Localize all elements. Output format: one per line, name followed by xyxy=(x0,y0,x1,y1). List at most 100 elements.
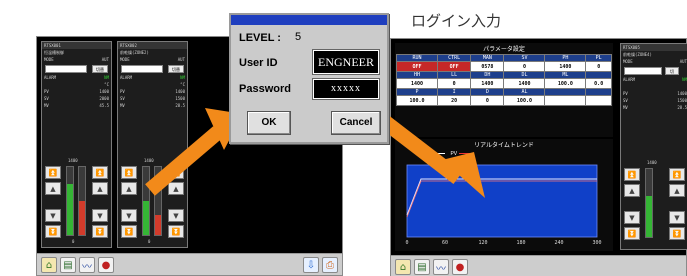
setpoint-value: 1400 xyxy=(647,160,657,165)
right-hmi-screen: パラメータ設定 RUN CTRL MAN SV PH PL OFF OFF 0578 0 1400 0… xyxy=(390,38,687,276)
param-value-cell[interactable]: 100.0 xyxy=(544,78,587,89)
mv-value: 45.5 xyxy=(99,103,109,108)
trend-chart: 0 60 120 180 240 300 xyxy=(405,164,602,246)
param-value-row: 1400 0 1400 1400 100.0 0.0 xyxy=(396,78,612,89)
right-down-button[interactable]: ▼ xyxy=(168,209,184,222)
panel-icon[interactable]: ▤ xyxy=(60,257,76,273)
right-up-button-2[interactable]: ▲ xyxy=(669,184,685,197)
login-dialog: LEVEL : 5 User ID ENGNEER Password xxxxx… xyxy=(229,13,389,144)
param-value-cell[interactable]: 0578 xyxy=(470,61,505,72)
panel-icon[interactable]: ▤ xyxy=(414,259,430,275)
mode-set-button[interactable]: 切替 xyxy=(168,65,184,73)
param-value-cell[interactable]: 20 xyxy=(436,95,472,106)
mode-set-button[interactable]: 切替 xyxy=(92,65,108,73)
trend-icon[interactable]: 〰 xyxy=(79,257,95,273)
alarm-icon[interactable]: ● xyxy=(452,259,468,275)
up-button[interactable]: ▲ xyxy=(624,184,640,197)
right-down-button-2[interactable]: ⏬ xyxy=(168,225,184,238)
down-button[interactable]: ▼ xyxy=(45,209,61,222)
param-value-cell[interactable]: 0 xyxy=(436,78,472,89)
right-up-button-2[interactable]: ▲ xyxy=(168,182,184,195)
param-header-row: HH LL DH DL ML xyxy=(396,71,612,79)
down-button[interactable]: ▼ xyxy=(624,211,640,224)
param-value-cell[interactable]: OFF xyxy=(396,61,438,72)
param-header-cell xyxy=(585,71,612,79)
down-double-button[interactable]: ⏬ xyxy=(121,225,137,238)
pv-value: 1400 xyxy=(99,89,109,94)
down-double-button[interactable]: ⏬ xyxy=(45,225,61,238)
alarm-icon[interactable]: ● xyxy=(98,257,114,273)
setpoint-value: 1400 xyxy=(68,158,78,163)
up-double-button[interactable]: ⏫ xyxy=(121,166,137,179)
trend-x-tick-label: 240 xyxy=(554,240,563,246)
param-value-cell[interactable] xyxy=(544,95,587,106)
param-value-cell[interactable]: 1400 xyxy=(396,78,438,89)
param-value-cell[interactable]: 0.0 xyxy=(585,78,612,89)
up-double-button[interactable]: ⏫ xyxy=(624,168,640,181)
param-value-cell[interactable]: 100.0 xyxy=(396,95,438,106)
mode-select[interactable] xyxy=(121,65,163,73)
print-icon[interactable]: ⎙ xyxy=(322,257,338,273)
mv-value: 28.5 xyxy=(677,105,687,110)
cancel-button[interactable]: Cancel xyxy=(331,111,381,135)
password-field[interactable]: xxxxx xyxy=(312,78,380,100)
loop-panel-2[interactable]: RTSX002 前乾燥(ZONE2) MODE AUT 切替 ALARM NM °C… xyxy=(117,41,188,248)
mode-value: AUT xyxy=(679,59,687,64)
param-header-cell: P xyxy=(396,88,438,96)
right-down-button-2[interactable]: ⏬ xyxy=(92,225,108,238)
param-header-cell: ML xyxy=(544,71,587,79)
mode-set-button[interactable]: 切 xyxy=(665,67,679,75)
home-icon[interactable]: ⌂ xyxy=(41,257,57,273)
loop-panel-1[interactable]: RTSX001 恒温槽制御 MODE AUT 切替 ALARM NM °C PV 14… xyxy=(41,41,112,248)
mode-select[interactable] xyxy=(45,65,87,73)
param-value-cell[interactable]: 1400 xyxy=(470,78,505,89)
home-icon[interactable]: ⌂ xyxy=(395,259,411,275)
caption-text: ログイン入力 xyxy=(411,13,502,30)
param-value-cell[interactable]: 0 xyxy=(503,61,546,72)
param-header-cell: DH xyxy=(470,71,505,79)
right-down-button[interactable]: ▼ xyxy=(92,209,108,222)
down-double-button[interactable]: ⏬ xyxy=(624,227,640,240)
param-value-cell[interactable] xyxy=(585,95,612,106)
right-up-button[interactable]: ⏫ xyxy=(669,168,685,181)
pv-bar xyxy=(66,166,74,236)
right-up-button[interactable]: ⏫ xyxy=(168,166,184,179)
alarm-label: ALARM xyxy=(623,77,636,82)
loop-panel-5[interactable]: RTSX005 前乾燥(ZONE4) MODE AUT 切 ALARM NM PV 1… xyxy=(620,43,687,250)
param-header-cell: SV xyxy=(503,54,546,62)
trend-area: リアルタイムトレンド SV PV 0 60 120 180 240 300 xyxy=(395,139,613,251)
right-down-button-2[interactable]: ⏬ xyxy=(669,227,685,240)
right-up-button[interactable]: ⏫ xyxy=(92,166,108,179)
right-down-button[interactable]: ▼ xyxy=(669,211,685,224)
param-value-cell[interactable]: 1400 xyxy=(503,78,546,89)
user-id-field[interactable]: ENGNEER xyxy=(312,49,380,75)
up-double-button[interactable]: ⏫ xyxy=(45,166,61,179)
param-header-cell: MAN xyxy=(470,54,505,62)
trend-title: リアルタイムトレンド xyxy=(474,143,534,149)
param-header-cell: RUN xyxy=(396,54,438,62)
trend-x-ticks: 0 60 120 180 240 300 xyxy=(405,240,601,246)
mode-select[interactable] xyxy=(624,67,662,75)
mv-label: MV xyxy=(120,103,125,108)
right-up-button-2[interactable]: ▲ xyxy=(92,182,108,195)
param-value-cell[interactable]: OFF xyxy=(436,61,472,72)
pv-bar xyxy=(142,166,150,236)
up-button[interactable]: ▲ xyxy=(121,182,137,195)
param-value-cell[interactable]: 0 xyxy=(470,95,505,106)
sv-value: 1500 xyxy=(175,96,185,101)
trend-icon[interactable]: 〰 xyxy=(433,259,449,275)
param-value-row: OFF OFF 0578 0 1400 0 xyxy=(396,61,612,72)
param-value-cell[interactable]: 1400 xyxy=(544,61,587,72)
param-value-cell[interactable]: 100.0 xyxy=(503,95,546,106)
param-value-cell[interactable]: 0 xyxy=(585,61,612,72)
parameter-table[interactable]: RUN CTRL MAN SV PH PL OFF OFF 0578 0 1400 0 HH LL DH DL… xyxy=(396,54,612,106)
sv-value: 2000 xyxy=(99,96,109,101)
setpoint-value: 1400 xyxy=(144,158,154,163)
up-button[interactable]: ▲ xyxy=(45,182,61,195)
user-id-label: User ID xyxy=(239,57,278,69)
down-button[interactable]: ▼ xyxy=(121,209,137,222)
left-toolbar: ⌂ ▤ 〰 ● ⇩ ⎙ xyxy=(37,253,342,275)
ok-button[interactable]: OK xyxy=(247,111,291,135)
export-icon[interactable]: ⇩ xyxy=(303,257,319,273)
sv-label: SV xyxy=(120,96,125,101)
